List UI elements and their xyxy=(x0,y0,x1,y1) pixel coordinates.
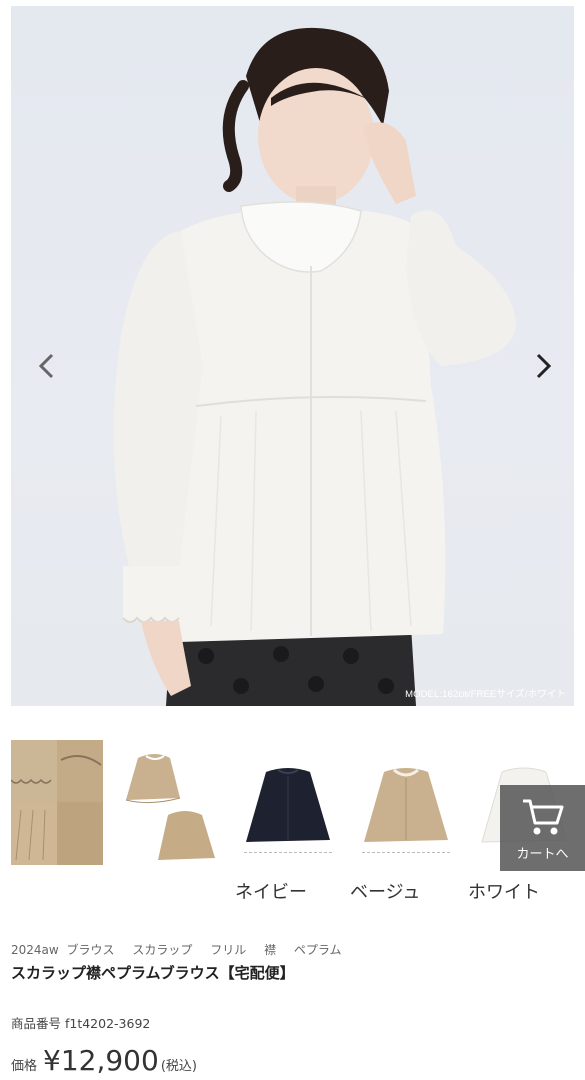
price-row: 価格 ¥12,900 (税込) xyxy=(11,1044,197,1077)
next-image-button[interactable] xyxy=(529,346,559,386)
thumbnail-strip xyxy=(0,740,585,875)
chevron-left-icon xyxy=(38,353,54,379)
tag-item[interactable]: 2024aw xyxy=(11,943,59,957)
product-tags: 2024aw ブラウス スカラップ フリル 襟 ペプラム xyxy=(11,941,356,958)
price-label: 価格 xyxy=(11,1059,38,1074)
thumbnail-beige[interactable] xyxy=(356,740,456,865)
model-size-caption: MODEL:162㎝/FREEサイズ/ホワイト xyxy=(405,689,566,700)
color-label-navy[interactable]: ネイビー xyxy=(235,878,307,904)
thumbnail-detail-collage[interactable] xyxy=(11,740,103,865)
color-label-beige[interactable]: ベージュ xyxy=(350,878,420,904)
tag-item[interactable]: ペプラム xyxy=(294,943,342,957)
price-value: ¥12,900 xyxy=(43,1044,159,1077)
color-label-white[interactable]: ホワイト xyxy=(468,878,540,904)
tag-item[interactable]: ブラウス xyxy=(67,943,115,957)
thumbnail-beige-front-back[interactable] xyxy=(120,740,220,865)
add-to-cart-button[interactable]: カートへ xyxy=(500,785,585,871)
product-title: スカラップ襟ペプラムブラウス【宅配便】 xyxy=(11,964,295,982)
product-main-image[interactable]: MODEL:162㎝/FREEサイズ/ホワイト xyxy=(11,6,574,706)
tag-item[interactable]: フリル xyxy=(210,943,246,957)
thumbnail-navy[interactable] xyxy=(238,740,338,865)
chevron-right-icon xyxy=(536,353,552,379)
tag-item[interactable]: スカラップ xyxy=(132,943,192,957)
tag-item[interactable]: 襟 xyxy=(264,943,276,957)
cart-button-label: カートへ xyxy=(516,847,569,862)
product-sku: 商品番号 f1t4202-3692 xyxy=(11,1016,151,1031)
previous-image-button[interactable] xyxy=(31,346,61,386)
price-tax-note: (税込) xyxy=(160,1059,197,1074)
cart-icon xyxy=(522,799,563,835)
model-photo xyxy=(113,27,516,706)
